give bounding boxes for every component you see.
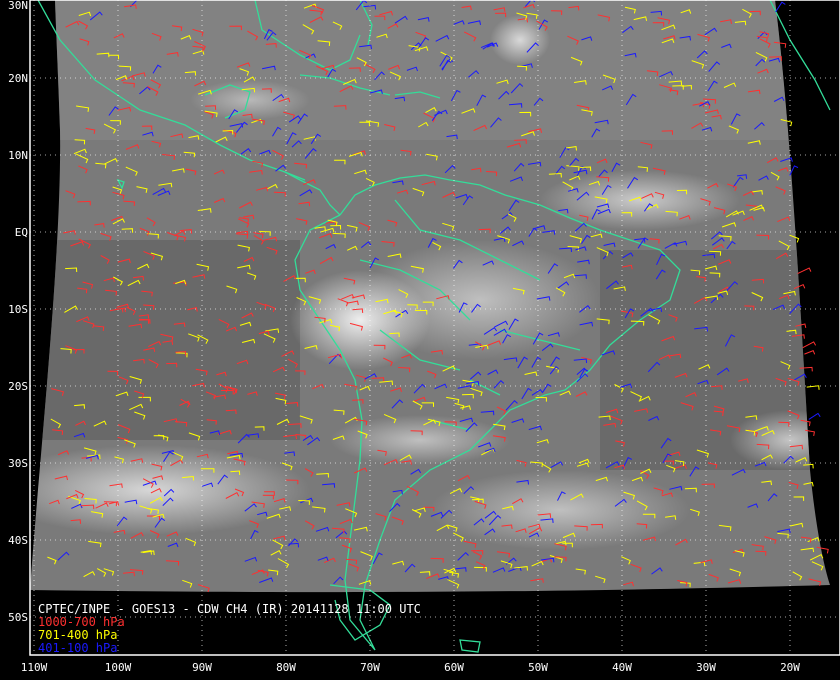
lat-label: 40S [8, 534, 28, 547]
lon-label: 110W [20, 661, 48, 674]
lat-label: 10N [8, 149, 28, 162]
lat-label: 30N [8, 0, 28, 12]
wind-barb [808, 412, 821, 420]
map-caption: CPTEC/INPE - GOES13 - CDW CH4 (IR) 20141… [38, 603, 421, 655]
lon-label: 100W [104, 661, 132, 674]
wind-barb [797, 267, 812, 275]
lat-label: EQ [14, 226, 28, 239]
lon-label: 60W [444, 661, 464, 674]
lon-label: 40W [612, 661, 632, 674]
lat-label: 10S [8, 303, 28, 316]
falklands [459, 639, 481, 653]
wind-barb [775, 1, 786, 13]
lon-label: 90W [192, 661, 212, 674]
legend-high-level: 401-100 hPa [38, 641, 118, 655]
wind-barb [806, 385, 820, 390]
lon-label: 80W [276, 661, 296, 674]
satellite-wind-map [29, 0, 840, 656]
wind-barb [802, 341, 817, 349]
lat-label: 50S [8, 611, 28, 624]
lat-label: 30S [8, 457, 28, 470]
lat-label: 20S [8, 380, 28, 393]
wind-barb [804, 349, 816, 355]
lon-label: 50W [528, 661, 548, 674]
lat-label: 20N [8, 72, 28, 85]
lon-label: 20W [780, 661, 800, 674]
lon-label: 30W [696, 661, 716, 674]
lon-label: 70W [360, 661, 380, 674]
